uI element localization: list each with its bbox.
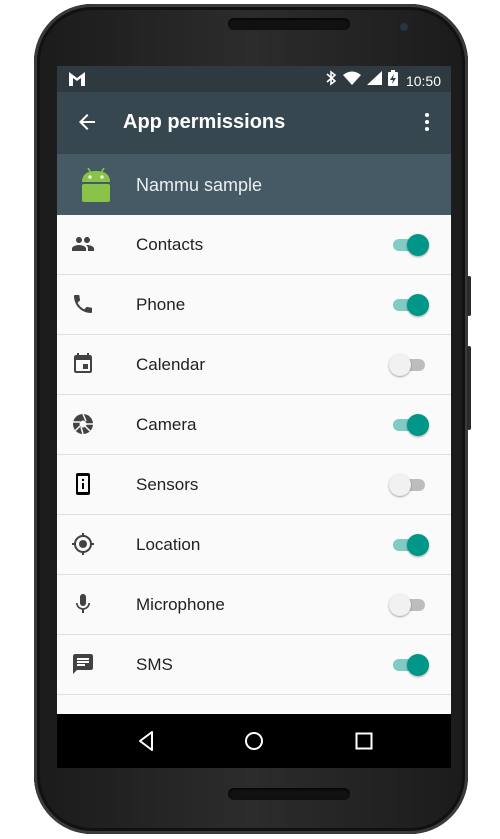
calendar-switch[interactable] (389, 354, 431, 376)
wifi-icon (342, 71, 361, 90)
permission-row-microphone[interactable]: Microphone (57, 575, 451, 635)
permission-row-location[interactable]: Location (57, 515, 451, 575)
status-bar: 10:50 (57, 66, 451, 92)
front-camera (400, 23, 408, 31)
more-vert-icon[interactable] (415, 110, 439, 134)
cellular-signal-icon (366, 71, 382, 90)
microphone-switch[interactable] (389, 594, 431, 616)
permission-label: Calendar (136, 355, 205, 374)
back-nav-icon[interactable] (134, 729, 158, 753)
location-switch[interactable] (389, 534, 431, 556)
contacts-switch[interactable] (389, 234, 431, 256)
permission-row-contacts[interactable]: Contacts (57, 215, 451, 275)
permission-row-phone[interactable]: Phone (57, 275, 451, 335)
android-icon (77, 166, 115, 204)
permission-label: Sensors (136, 475, 199, 494)
permission-row-sensors[interactable]: Sensors (57, 455, 451, 515)
power-button (467, 276, 471, 316)
recents-nav-icon[interactable] (352, 729, 376, 753)
gmail-icon (69, 72, 85, 91)
permission-label: Phone (136, 295, 186, 314)
page-title: App permissions (123, 111, 286, 133)
app-name: Nammu sample (136, 175, 263, 195)
app-bar: App permissions (57, 92, 451, 154)
permission-row-camera[interactable]: Camera (57, 395, 451, 455)
permission-label: SMS (136, 655, 173, 674)
bottom-speaker (228, 788, 350, 800)
navigation-bar (57, 714, 451, 768)
home-nav-icon[interactable] (242, 729, 266, 753)
status-time: 10:50 (405, 72, 441, 89)
permission-label: Microphone (136, 595, 225, 614)
app-header: Nammu sample (57, 154, 451, 215)
permission-list: Contacts Phone Calendar Camera Sensors L… (57, 215, 451, 695)
permission-row-sms[interactable]: SMS (57, 635, 451, 695)
calendar-icon (71, 352, 95, 376)
camera-switch[interactable] (389, 414, 431, 436)
bluetooth-icon (325, 70, 337, 91)
screen: 10:50 App permissions Nammu sample Conta… (57, 66, 451, 768)
permission-label: Contacts (136, 235, 204, 254)
arrow-back-icon[interactable] (75, 110, 99, 134)
phone-switch[interactable] (389, 294, 431, 316)
phone-icon (71, 292, 95, 316)
camera-icon (71, 412, 95, 436)
top-speaker (228, 18, 350, 30)
contacts-icon (71, 232, 95, 256)
microphone-icon (71, 592, 95, 616)
permission-row-calendar[interactable]: Calendar (57, 335, 451, 395)
location-icon (71, 532, 95, 556)
battery-charging-icon (387, 70, 398, 91)
volume-button (467, 346, 471, 430)
sms-icon (71, 652, 95, 676)
sensors-icon (71, 472, 95, 496)
sensors-switch[interactable] (389, 474, 431, 496)
permission-label: Camera (136, 415, 197, 434)
sms-switch[interactable] (389, 654, 431, 676)
permission-label: Location (136, 535, 201, 554)
